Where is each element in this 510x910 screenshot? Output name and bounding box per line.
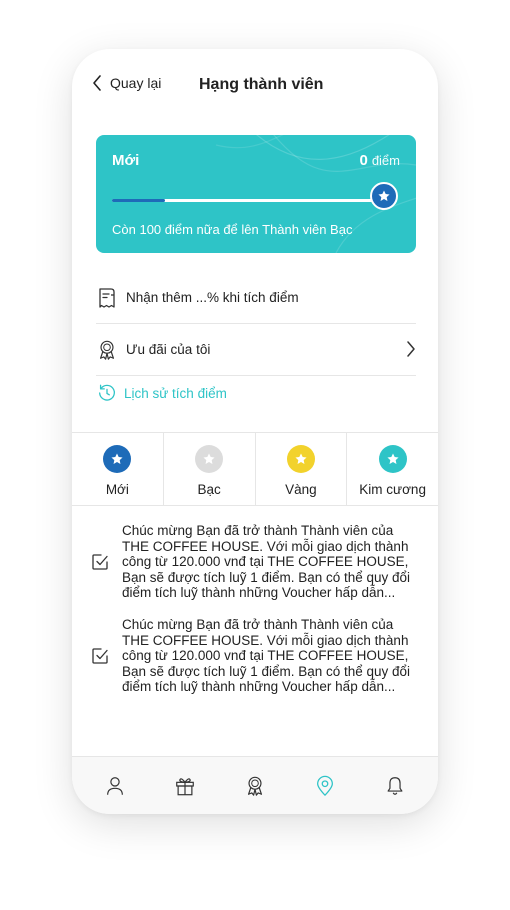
tab-notifications[interactable] (375, 766, 415, 806)
points-history-label: Lịch sử tích điểm (124, 385, 227, 401)
menu-item-label: Ưu đãi của tôi (126, 342, 211, 357)
tier-tab-vang[interactable]: Vàng (256, 433, 348, 505)
message-text: Chúc mừng Bạn đã trở thành Thành viên củ… (122, 617, 411, 694)
benefit-message: Chúc mừng Bạn đã trở thành Thành viên củ… (88, 617, 418, 695)
chevron-left-icon (93, 75, 101, 91)
message-text: Chúc mừng Bạn đã trở thành Thành viên củ… (122, 523, 411, 600)
star-badge-icon (103, 445, 132, 473)
star-badge-icon (195, 445, 224, 473)
points-history-link[interactable]: Lịch sử tích điểm (96, 382, 227, 404)
menu-item-my-offers[interactable]: Ưu đãi của tôi (96, 324, 416, 376)
tier-label: Vàng (285, 482, 317, 497)
bell-icon (387, 776, 403, 795)
points-value: 0 (359, 152, 368, 169)
progress-text: Còn 100 điểm nữa để lên Thành viên Bạc (112, 222, 353, 237)
bottom-tab-bar (72, 756, 438, 814)
award-icon (247, 776, 263, 796)
page-title: Hạng thành viên (199, 76, 324, 93)
tier-tab-moi[interactable]: Mới (72, 433, 164, 505)
tab-rewards[interactable] (235, 766, 275, 806)
membership-card: Mới 0 điểm Còn 100 điểm nữa để lên Thành… (96, 135, 416, 253)
checkbox-icon (88, 523, 112, 601)
tab-account[interactable] (95, 766, 135, 806)
benefit-message: Chúc mừng Bạn đã trở thành Thành viên củ… (88, 523, 418, 601)
menu-item-label: Nhận thêm ...% khi tích điểm (126, 290, 299, 305)
tab-stores[interactable] (305, 766, 345, 806)
tier-label: Bạc (197, 482, 221, 497)
tier-tab-bac[interactable]: Bạc (164, 433, 256, 505)
back-label: Quay lại (110, 75, 162, 91)
points-unit: điểm (371, 153, 400, 168)
next-tier-star-icon (370, 182, 398, 210)
checkbox-icon (88, 617, 112, 695)
user-icon (107, 776, 123, 795)
header: Quay lại Hạng thành viên (72, 49, 438, 121)
phone-frame: Quay lại Hạng thành viên Mới 0 điểm Còn … (72, 49, 438, 814)
star-badge-icon (286, 445, 315, 473)
tier-tabs: Mới Bạc Vàng Kim cương (72, 432, 438, 506)
tier-label: Mới (105, 482, 129, 497)
current-tier-name: Mới (112, 152, 140, 169)
chevron-right-icon (407, 341, 415, 357)
star-badge-icon (378, 445, 407, 473)
menu-item-earn-more[interactable]: Nhận thêm ...% khi tích điểm (96, 272, 416, 324)
tab-gifts[interactable] (165, 766, 205, 806)
tier-label: Kim cương (359, 482, 426, 497)
points-display: 0 điểm (359, 152, 400, 169)
location-pin-icon (317, 775, 333, 796)
progress-fill (112, 199, 166, 202)
award-icon (96, 339, 118, 361)
history-icon (99, 384, 115, 401)
gift-icon (176, 777, 194, 795)
back-button[interactable]: Quay lại (92, 75, 161, 91)
progress-bar (112, 199, 378, 202)
tier-tab-kim-cuong[interactable]: Kim cương (347, 433, 438, 505)
receipt-icon (96, 287, 118, 309)
